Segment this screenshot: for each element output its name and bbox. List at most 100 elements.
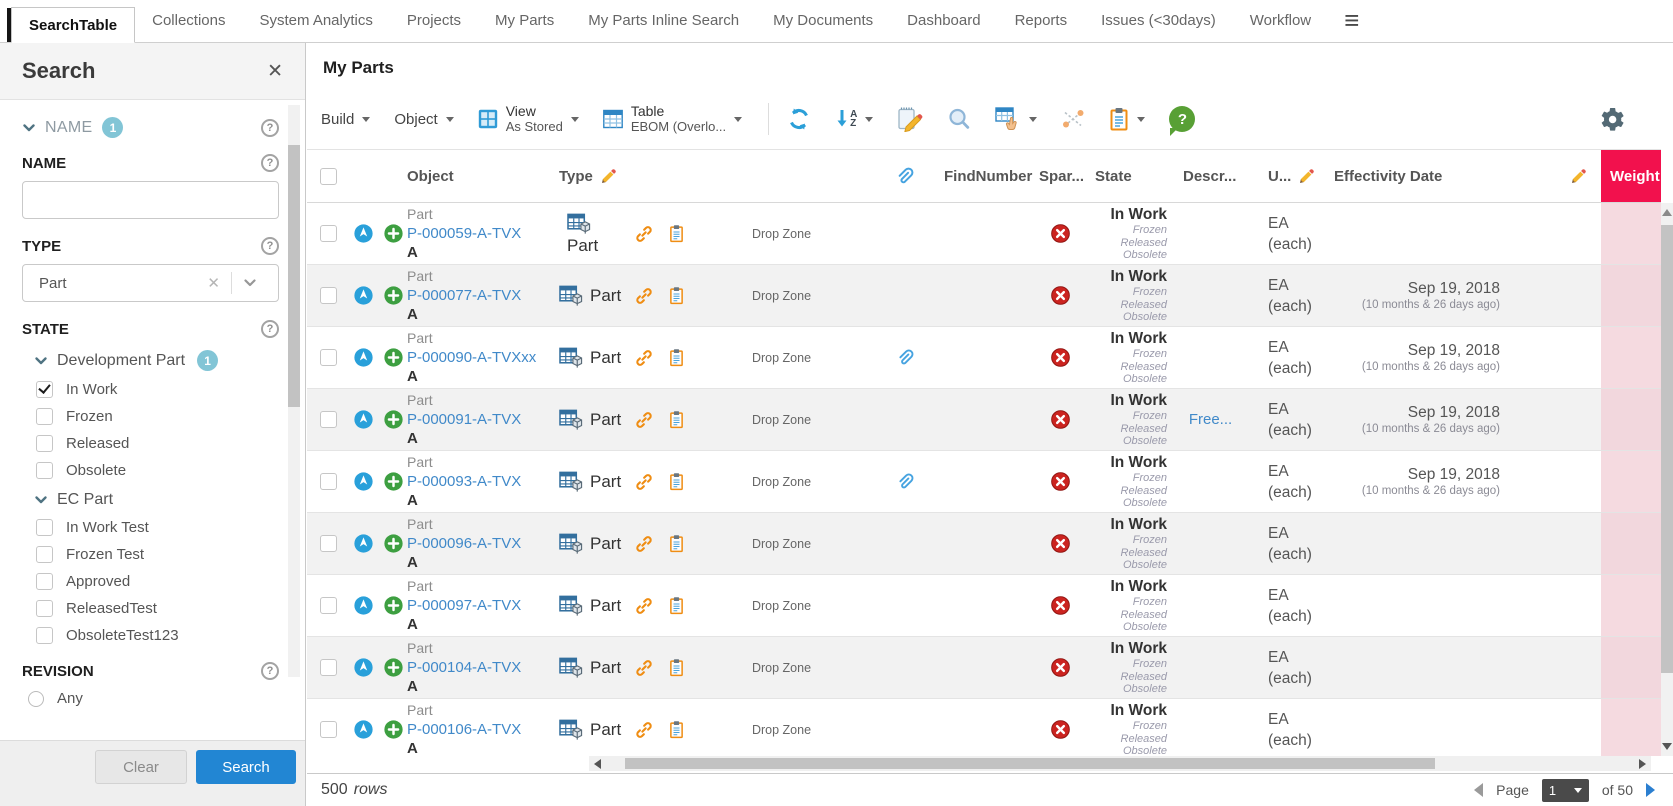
next-page-arrow[interactable] — [1646, 783, 1655, 797]
column-spare[interactable]: Spar... — [1035, 150, 1085, 202]
row-checkbox[interactable] — [320, 225, 337, 242]
drop-zone[interactable]: Drop Zone — [752, 661, 811, 675]
table-vertical-scrollbar[interactable] — [1661, 203, 1673, 756]
add-icon[interactable] — [384, 410, 403, 429]
help-icon[interactable]: ? — [261, 154, 279, 172]
checkbox[interactable] — [36, 435, 53, 452]
clipboard-icon[interactable] — [669, 596, 684, 615]
open-structure-icon[interactable] — [354, 410, 373, 429]
column-type[interactable]: Type — [559, 150, 635, 202]
column-description[interactable]: Descr... — [1169, 150, 1252, 202]
add-icon[interactable] — [384, 596, 403, 615]
name-input[interactable] — [22, 181, 279, 219]
row-checkbox[interactable] — [320, 411, 337, 428]
object-id-link[interactable]: P-000077-A-TVX — [407, 286, 521, 305]
link-icon[interactable] — [635, 659, 653, 677]
state-group-ec-part[interactable]: EC Part — [22, 491, 279, 509]
drop-zone[interactable]: Drop Zone — [752, 227, 811, 241]
scroll-down-arrow[interactable] — [1662, 743, 1672, 750]
search-in-table-button[interactable] — [947, 107, 971, 131]
tab-system-analytics[interactable]: System Analytics — [242, 0, 389, 42]
link-icon[interactable] — [635, 535, 653, 553]
row-checkbox[interactable] — [320, 597, 337, 614]
column-uom[interactable]: U... — [1252, 150, 1326, 202]
revision-option-any[interactable]: Any — [22, 690, 279, 707]
link-icon[interactable] — [635, 225, 653, 243]
radio-button[interactable] — [28, 691, 44, 707]
state-option-in-work-test[interactable]: In Work Test — [22, 519, 279, 536]
state-option-released[interactable]: Released — [22, 435, 279, 452]
object-menu[interactable]: Object — [394, 111, 453, 128]
chevron-down-icon[interactable] — [34, 493, 48, 507]
help-icon[interactable]: ? — [261, 119, 279, 137]
clear-icon[interactable]: ✕ — [207, 274, 231, 292]
edit-pencil-icon[interactable] — [601, 168, 617, 184]
help-icon[interactable]: ? — [261, 662, 279, 680]
page-select[interactable]: 1 — [1542, 779, 1589, 802]
drop-zone[interactable]: Drop Zone — [752, 537, 811, 551]
table-selector[interactable]: TableEBOM (Overlo... — [603, 103, 742, 135]
tab-my-documents[interactable]: My Documents — [756, 0, 890, 42]
state-option-releasedtest[interactable]: ReleasedTest — [22, 600, 279, 617]
edit-pencil-icon[interactable] — [1571, 168, 1587, 184]
chevron-down-icon[interactable] — [243, 276, 257, 290]
name-filter-group[interactable]: NAME 1 ? — [22, 117, 279, 138]
clipboard-icon[interactable] — [669, 224, 684, 243]
link-icon[interactable] — [635, 411, 653, 429]
drop-zone[interactable]: Drop Zone — [752, 475, 811, 489]
open-structure-icon[interactable] — [354, 286, 373, 305]
state-option-obsolete[interactable]: Obsolete — [22, 462, 279, 479]
hamburger-menu-icon[interactable]: ≡ — [1328, 0, 1375, 42]
link-icon[interactable] — [635, 287, 653, 305]
add-icon[interactable] — [384, 286, 403, 305]
add-icon[interactable] — [384, 534, 403, 553]
open-structure-icon[interactable] — [354, 224, 373, 243]
checkbox[interactable] — [36, 408, 53, 425]
column-attachments[interactable] — [848, 150, 928, 202]
help-icon[interactable]: ? — [261, 237, 279, 255]
table-horizontal-scrollbar[interactable] — [589, 756, 1651, 771]
attachment-paperclip-icon[interactable] — [895, 348, 914, 367]
checkbox[interactable] — [36, 573, 53, 590]
checkbox[interactable] — [36, 381, 53, 398]
checkbox[interactable] — [36, 519, 53, 536]
link-icon[interactable] — [635, 721, 653, 739]
type-combobox[interactable]: Part ✕ — [22, 264, 279, 302]
mass-edit-button[interactable] — [897, 106, 923, 132]
column-object[interactable]: Object — [407, 150, 559, 202]
clipboard-icon[interactable] — [669, 720, 684, 739]
tab-dashboard[interactable]: Dashboard — [890, 0, 997, 42]
drop-zone[interactable]: Drop Zone — [752, 413, 811, 427]
row-checkbox[interactable] — [320, 349, 337, 366]
tab-collections[interactable]: Collections — [135, 0, 242, 42]
sort-button[interactable]: AZ — [835, 107, 873, 131]
add-icon[interactable] — [384, 472, 403, 491]
row-checkbox[interactable] — [320, 287, 337, 304]
clipboard-icon[interactable] — [669, 348, 684, 367]
row-checkbox[interactable] — [320, 535, 337, 552]
checkbox[interactable] — [36, 462, 53, 479]
column-effectivity-date[interactable]: Effectivity Date — [1326, 150, 1504, 202]
open-structure-icon[interactable] — [354, 534, 373, 553]
tab-searchtable[interactable]: SearchTable — [11, 7, 135, 43]
row-checkbox[interactable] — [320, 473, 337, 490]
filter-group-label[interactable]: NAME — [45, 119, 92, 137]
column-weight[interactable]: Weight — [1601, 150, 1661, 202]
object-id-link[interactable]: P-000093-A-TVX — [407, 472, 521, 491]
view-selector[interactable]: ViewAs Stored — [478, 103, 579, 135]
tab-my-parts[interactable]: My Parts — [478, 0, 571, 42]
scrollbar-thumb[interactable] — [1661, 225, 1673, 673]
tab-reports[interactable]: Reports — [998, 0, 1085, 42]
add-icon[interactable] — [384, 224, 403, 243]
link-icon[interactable] — [635, 597, 653, 615]
object-id-link[interactable]: P-000106-A-TVX — [407, 720, 521, 739]
open-structure-icon[interactable] — [354, 348, 373, 367]
open-structure-icon[interactable] — [354, 720, 373, 739]
open-structure-icon[interactable] — [354, 596, 373, 615]
object-id-link[interactable]: P-000090-A-TVXxx — [407, 348, 536, 367]
column-select-button[interactable] — [995, 106, 1037, 132]
row-checkbox[interactable] — [320, 659, 337, 676]
open-structure-icon[interactable] — [354, 472, 373, 491]
column-edit[interactable] — [1504, 150, 1601, 202]
clipboard-button[interactable] — [1109, 107, 1145, 131]
